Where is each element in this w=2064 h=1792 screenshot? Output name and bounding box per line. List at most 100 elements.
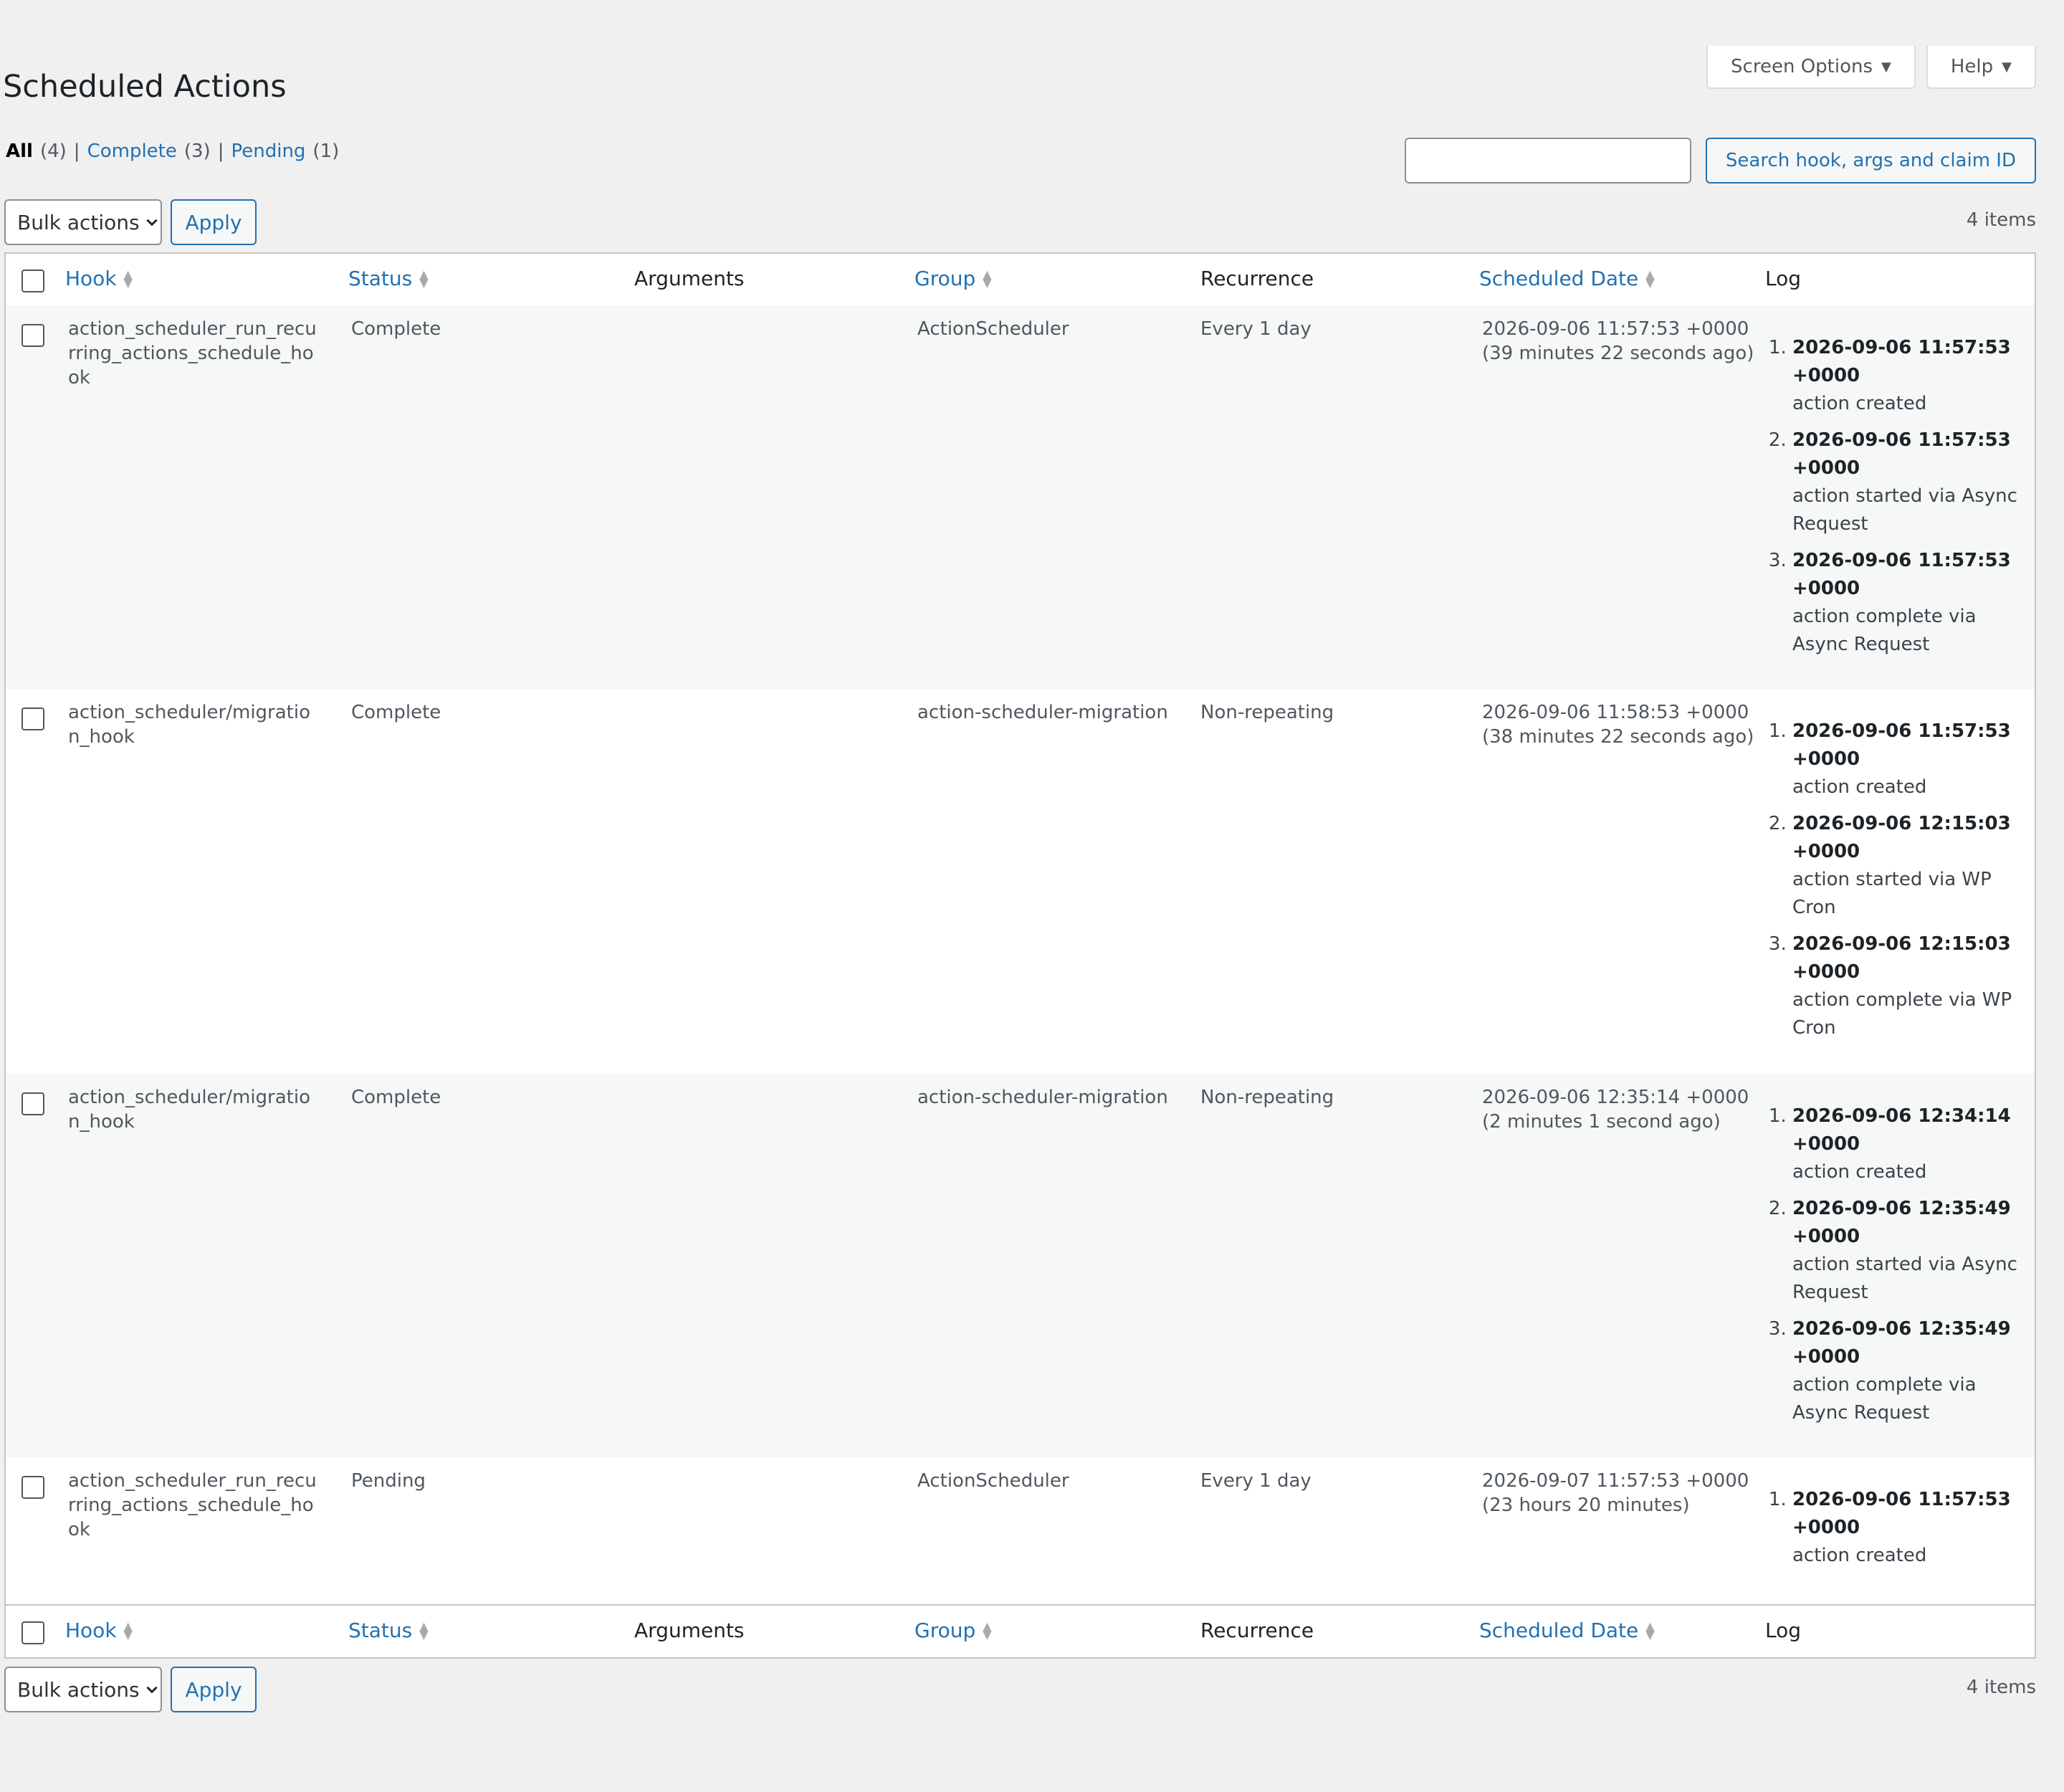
filter-pending[interactable]: Pending	[231, 140, 305, 162]
table-footer: Hook ▲ ▼ Status ▲ ▼ Arguments Group ▲ ▼ Recurr…	[6, 1604, 2035, 1657]
caret-down-icon: ▼	[1881, 59, 1891, 75]
row-checkbox[interactable]	[22, 707, 44, 730]
hook-cell[interactable]: action_scheduler_run_recurring_actions_s…	[68, 317, 319, 390]
chevron-down-icon	[146, 219, 158, 227]
column-status-label: Status	[348, 1619, 413, 1642]
filter-complete[interactable]: Complete	[87, 140, 177, 162]
actions-table: Hook ▲ ▼ Status ▲ ▼ Arguments Group ▲ ▼ Recurr…	[4, 252, 2036, 1659]
status-cell: Complete	[351, 1087, 441, 1108]
scheduled-date: 2026-09-07 11:57:53 +0000	[1482, 1470, 1749, 1492]
select-all-checkbox[interactable]	[22, 270, 44, 292]
bulk-actions-select[interactable]: Bulk actions	[4, 1667, 162, 1712]
chevron-down-icon	[146, 1686, 158, 1694]
sort-icon: ▲ ▼	[123, 1619, 133, 1641]
column-group[interactable]: Group ▲ ▼	[914, 1619, 992, 1642]
sort-icon: ▲ ▼	[1645, 267, 1655, 290]
items-count: 4 items	[1966, 1677, 2036, 1698]
help-button[interactable]: Help ▼	[1926, 46, 2036, 89]
column-hook-label: Hook	[65, 1619, 117, 1642]
column-recurrence: Recurrence	[1200, 267, 1314, 290]
recurrence-cell: Every 1 day	[1200, 1470, 1312, 1492]
column-scheduled-date[interactable]: Scheduled Date ▲ ▼	[1479, 267, 1655, 290]
table-row: action_scheduler/migration_hook Complete…	[6, 689, 2035, 1074]
log-message: action complete via WP Cron	[1792, 989, 2012, 1039]
bulk-actions-label: Bulk actions	[17, 1677, 140, 1702]
log-entry: 2026-09-06 12:34:14 +0000 action created	[1792, 1102, 2036, 1186]
log-list: 2026-09-06 12:34:14 +0000action created …	[1771, 1102, 2036, 1427]
bulk-actions-label: Bulk actions	[17, 210, 140, 234]
hook-cell[interactable]: action_scheduler/migration_hook	[68, 1085, 319, 1134]
sort-icon: ▲ ▼	[983, 267, 992, 290]
search-input[interactable]	[1404, 138, 1691, 184]
screen-options-button[interactable]: Screen Options ▼	[1706, 46, 1916, 89]
status-cell: Complete	[351, 702, 441, 723]
column-recurrence: Recurrence	[1200, 1619, 1314, 1642]
sort-icon: ▲ ▼	[983, 1619, 992, 1641]
status-cell: Complete	[351, 318, 441, 340]
column-group-label: Group	[914, 1619, 976, 1642]
column-hook[interactable]: Hook ▲ ▼	[65, 267, 133, 290]
column-scheduled-date-label: Scheduled Date	[1479, 1619, 1639, 1642]
tablenav-bottom: Bulk actions Apply 4 items	[4, 1667, 2036, 1712]
scheduled-date: 2026-09-06 11:58:53 +0000	[1482, 702, 1749, 723]
log-entry: 2026-09-06 12:35:49 +0000 action started …	[1792, 1195, 2036, 1307]
log-time: 2026-09-06 12:35:49 +0000	[1792, 1318, 2011, 1368]
table-row: action_scheduler_run_recurring_actions_s…	[6, 1457, 2035, 1604]
log-message: action created	[1792, 1545, 1927, 1566]
column-status[interactable]: Status ▲ ▼	[348, 267, 429, 290]
bulk-actions-select[interactable]: Bulk actions	[4, 199, 162, 245]
table-row: action_scheduler/migration_hook Complete…	[6, 1074, 2035, 1457]
apply-button[interactable]: Apply	[171, 199, 257, 245]
log-time: 2026-09-06 12:15:03 +0000	[1792, 813, 2011, 862]
log-time: 2026-09-06 11:57:53 +0000	[1792, 429, 2011, 479]
sort-icon: ▲ ▼	[419, 267, 429, 290]
log-message: action created	[1792, 1161, 1927, 1183]
hook-cell[interactable]: action_scheduler/migration_hook	[68, 700, 319, 749]
search-button[interactable]: Search hook, args and claim ID	[1705, 138, 2036, 184]
scheduled-relative: (38 minutes 22 seconds ago)	[1482, 726, 1754, 748]
sort-icon: ▲ ▼	[419, 1619, 429, 1641]
log-entry: 2026-09-06 11:57:53 +0000 action created	[1792, 1486, 2036, 1570]
filter-pending-count: (1)	[312, 140, 340, 162]
screen-options-label: Screen Options	[1731, 56, 1873, 77]
column-status[interactable]: Status ▲ ▼	[348, 1619, 429, 1642]
log-cell: 2026-09-06 11:57:53 +0000action created …	[1771, 718, 2036, 1051]
apply-button[interactable]: Apply	[171, 1667, 257, 1712]
help-label: Help	[1950, 56, 1994, 77]
filter-complete-count: (3)	[183, 140, 211, 162]
page: Scheduled Actions Screen Options ▼ Help …	[0, 0, 2064, 1792]
column-group[interactable]: Group ▲ ▼	[914, 267, 992, 290]
log-message: action started via WP Cron	[1792, 869, 1992, 918]
log-time: 2026-09-06 12:35:49 +0000	[1792, 1198, 2011, 1247]
row-checkbox[interactable]	[22, 1476, 44, 1499]
row-checkbox[interactable]	[22, 1092, 44, 1115]
log-message: action complete via Async Request	[1792, 606, 1977, 655]
filter-all[interactable]: All	[6, 140, 33, 162]
hook-cell[interactable]: action_scheduler_run_recurring_actions_s…	[68, 1469, 319, 1542]
scheduled-date: 2026-09-06 12:35:14 +0000	[1482, 1087, 1749, 1108]
log-time: 2026-09-06 11:57:53 +0000	[1792, 337, 2011, 386]
log-cell: 2026-09-06 11:57:53 +0000action created …	[1771, 334, 2036, 667]
log-message: action started via Async Request	[1792, 1254, 2017, 1303]
scheduled-date-cell: 2026-09-06 12:35:14 +0000 (2 minutes 1 s…	[1482, 1085, 1749, 1134]
recurrence-cell: Non-repeating	[1200, 702, 1334, 723]
sort-icon: ▲ ▼	[123, 267, 133, 290]
select-all-checkbox[interactable]	[22, 1621, 44, 1644]
log-message: action created	[1792, 776, 1927, 798]
table-header: Hook ▲ ▼ Status ▲ ▼ Arguments Group ▲ ▼ Recurr…	[6, 254, 2035, 307]
filter-all-count: (4)	[39, 140, 67, 162]
status-cell: Pending	[351, 1470, 426, 1492]
row-checkbox[interactable]	[22, 324, 44, 347]
log-entry: 2026-09-06 12:35:49 +0000 action complete…	[1792, 1315, 2036, 1427]
column-scheduled-date[interactable]: Scheduled Date ▲ ▼	[1479, 1619, 1655, 1642]
log-time: 2026-09-06 12:15:03 +0000	[1792, 933, 2011, 983]
log-cell: 2026-09-06 11:57:53 +0000 action created	[1771, 1486, 2036, 1578]
log-entry: 2026-09-06 11:57:53 +0000 action complete…	[1792, 547, 2036, 659]
items-count: 4 items	[1966, 209, 2036, 231]
log-list: 2026-09-06 11:57:53 +0000action created …	[1771, 718, 2036, 1042]
scheduled-date-cell: 2026-09-07 11:57:53 +0000 (23 hours 20 m…	[1482, 1469, 1749, 1517]
log-entry: 2026-09-06 11:57:53 +0000 action started …	[1792, 426, 2036, 538]
column-log: Log	[1765, 267, 1802, 290]
column-hook[interactable]: Hook ▲ ▼	[65, 1619, 133, 1642]
group-cell: ActionScheduler	[917, 318, 1069, 340]
